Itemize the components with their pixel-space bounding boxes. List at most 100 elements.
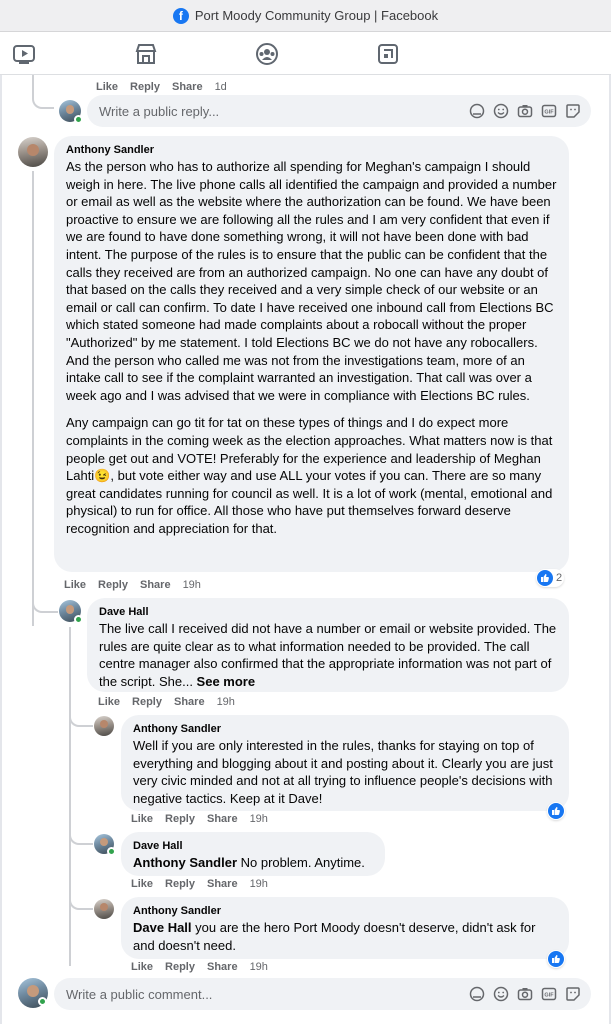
mention-link[interactable]: Anthony Sandler <box>133 855 237 870</box>
avatar[interactable] <box>94 899 114 919</box>
reply-text: Well if you are only interested in the r… <box>133 738 553 806</box>
like-reaction-icon <box>548 951 564 967</box>
gaming-icon[interactable] <box>376 42 400 66</box>
comment-placeholder: Write a public comment... <box>66 986 213 1002</box>
window-title-bar: f Port Moody Community Group | Facebook <box>0 0 611 32</box>
window-title: Port Moody Community Group | Facebook <box>194 8 439 23</box>
reaction-count[interactable] <box>547 802 565 820</box>
reply-author[interactable]: Dave Hall <box>99 606 557 618</box>
avatar[interactable] <box>94 716 114 736</box>
marketplace-icon[interactable] <box>134 42 158 66</box>
share-button[interactable]: Share <box>140 579 171 591</box>
thread-line <box>32 75 54 109</box>
reply-button[interactable]: Reply <box>130 81 160 93</box>
reply-text-body: No problem. Anytime. <box>237 855 365 870</box>
share-button[interactable]: Share <box>174 696 205 708</box>
top-comment-actions: Like Reply Share 1d <box>96 81 239 93</box>
reply-actions: Like Reply Share 19h <box>131 813 280 825</box>
like-button[interactable]: Like <box>96 81 118 93</box>
sticker-icon[interactable] <box>565 986 581 1002</box>
thread-line <box>32 581 58 613</box>
timestamp[interactable]: 19h <box>250 878 268 890</box>
reply-bubble: Anthony Sandler Dave Hall you are the he… <box>121 897 569 959</box>
online-status-dot <box>38 997 47 1006</box>
camera-icon[interactable] <box>517 986 533 1002</box>
reply-button[interactable]: Reply <box>132 696 162 708</box>
reply-author[interactable]: Anthony Sandler <box>133 723 557 735</box>
reply-actions: Like Reply Share 19h <box>131 878 280 890</box>
reply-actions: Like Reply Share 19h <box>131 961 280 973</box>
timestamp[interactable]: 1d <box>215 81 227 93</box>
reply-button[interactable]: Reply <box>165 961 195 973</box>
reply-placeholder: Write a public reply... <box>99 103 220 119</box>
timestamp[interactable]: 19h <box>183 579 201 591</box>
online-status-dot <box>74 615 83 624</box>
reaction-count[interactable] <box>547 950 565 968</box>
svg-text:GIF: GIF <box>544 993 554 999</box>
avatar-sticker-icon[interactable] <box>469 103 485 119</box>
reply-button[interactable]: Reply <box>165 878 195 890</box>
comment-paragraph: Any campaign can go tit for tat on these… <box>66 414 557 537</box>
nav-bar <box>0 32 611 75</box>
emoji-icon[interactable] <box>493 103 509 119</box>
groups-icon[interactable] <box>255 42 279 66</box>
reply-bubble: Dave Hall The live call I received did n… <box>87 598 569 692</box>
see-more-link[interactable]: See more <box>197 674 256 689</box>
reply-bubble: Anthony Sandler Well if you are only int… <box>121 715 569 811</box>
reply-text-body: The live call I received did not have a … <box>99 621 557 689</box>
avatar-sticker-icon[interactable] <box>469 986 485 1002</box>
share-button[interactable]: Share <box>207 961 238 973</box>
emoji-icon[interactable] <box>493 986 509 1002</box>
thread-line <box>69 627 71 966</box>
comments-panel: Like Reply Share 1d Write a public reply… <box>0 75 611 1024</box>
timestamp[interactable]: 19h <box>250 813 268 825</box>
reply-bubble: Dave Hall Anthony Sandler No problem. An… <box>121 832 385 876</box>
composer-icons: GIF <box>469 103 581 119</box>
comment-text: As the person who has to authorize all s… <box>66 158 557 537</box>
online-status-dot <box>107 847 116 856</box>
reaction-count-value: 2 <box>556 572 563 584</box>
reply-text: The live call I received did not have a … <box>99 620 557 690</box>
mention-link[interactable]: Dave Hall <box>133 920 192 935</box>
reply-button[interactable]: Reply <box>165 813 195 825</box>
reply-actions: Like Reply Share 19h <box>98 696 247 708</box>
wink-emoji-icon: 😉 <box>94 468 111 484</box>
thread-line <box>69 815 93 845</box>
share-button[interactable]: Share <box>207 878 238 890</box>
reply-input[interactable]: Write a public reply... GIF <box>87 95 591 127</box>
share-button[interactable]: Share <box>172 81 203 93</box>
reply-text: Dave Hall you are the hero Port Moody do… <box>133 919 557 954</box>
like-button[interactable]: Like <box>131 878 153 890</box>
reply-text-body: you are the hero Port Moody doesn't dese… <box>133 920 536 953</box>
watch-icon[interactable] <box>12 42 36 66</box>
composer-icons: GIF <box>469 986 581 1002</box>
online-status-dot <box>74 115 83 124</box>
like-button[interactable]: Like <box>64 579 86 591</box>
reply-text: Anthony Sandler No problem. Anytime. <box>133 854 373 872</box>
reply-button[interactable]: Reply <box>98 579 128 591</box>
comment-bubble: Anthony Sandler As the person who has to… <box>54 136 569 572</box>
share-button[interactable]: Share <box>207 813 238 825</box>
comment-paragraph-part: , but vote either way and use ALL your v… <box>66 468 553 536</box>
like-button[interactable]: Like <box>98 696 120 708</box>
comment-input[interactable]: Write a public comment... GIF <box>54 978 591 1010</box>
timestamp[interactable]: 19h <box>217 696 235 708</box>
reply-author[interactable]: Dave Hall <box>133 840 373 852</box>
thread-line <box>32 171 34 626</box>
reaction-count[interactable]: 2 <box>536 569 565 587</box>
thread-line <box>69 880 93 910</box>
like-reaction-icon <box>537 570 553 586</box>
sticker-icon[interactable] <box>565 103 581 119</box>
gif-icon[interactable]: GIF <box>541 103 557 119</box>
like-reaction-icon <box>548 803 564 819</box>
comment-author[interactable]: Anthony Sandler <box>66 144 557 156</box>
like-button[interactable]: Like <box>131 813 153 825</box>
svg-text:GIF: GIF <box>544 110 554 116</box>
like-button[interactable]: Like <box>131 961 153 973</box>
avatar[interactable] <box>18 137 48 167</box>
timestamp[interactable]: 19h <box>250 961 268 973</box>
gif-icon[interactable]: GIF <box>541 986 557 1002</box>
comment-actions: Like Reply Share 19h <box>64 579 213 591</box>
camera-icon[interactable] <box>517 103 533 119</box>
reply-author[interactable]: Anthony Sandler <box>133 905 557 917</box>
